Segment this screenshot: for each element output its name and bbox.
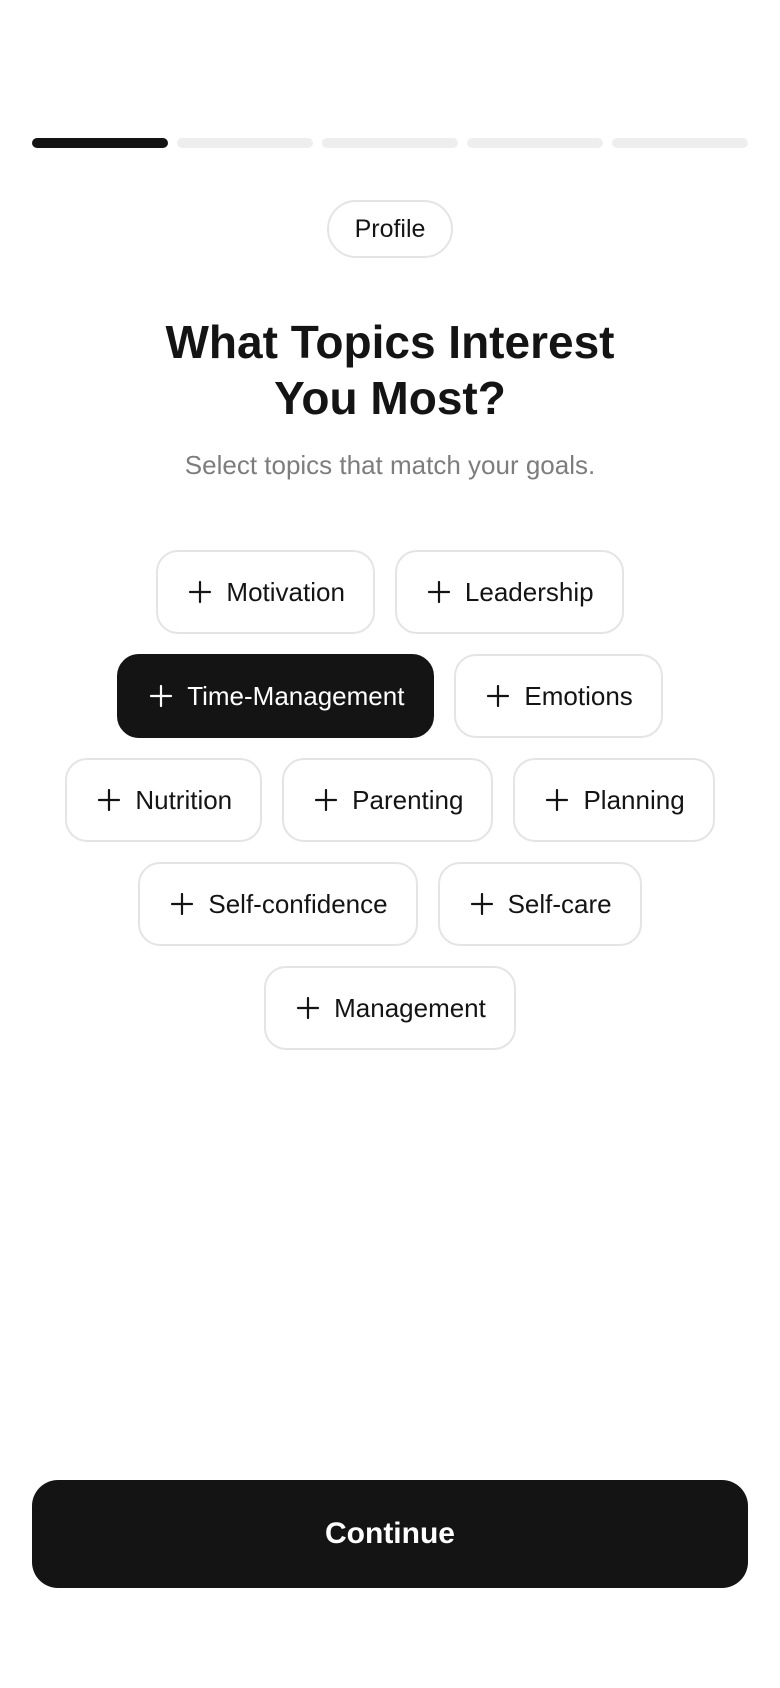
progress-segment-3 — [322, 138, 458, 148]
page-title-line-1: What Topics Interest — [165, 316, 615, 368]
chip-row-3: Nutrition Parenting Planning — [40, 758, 740, 842]
plus-icon — [296, 996, 320, 1020]
page-title: What Topics Interest You Most? — [0, 314, 780, 426]
topic-chip-parenting[interactable]: Parenting — [282, 758, 494, 842]
continue-button[interactable]: Continue — [32, 1480, 748, 1588]
progress-segment-4 — [467, 138, 603, 148]
topic-chip-emotions[interactable]: Emotions — [454, 654, 663, 738]
chip-row-5: Management — [40, 966, 740, 1050]
topic-chip-label: Time-Management — [187, 680, 405, 711]
topic-chip-list: Motivation Leadership Time-Management Em… — [40, 550, 740, 1070]
progress-segment-1 — [32, 138, 168, 148]
topic-chip-leadership[interactable]: Leadership — [394, 550, 624, 634]
topic-chip-label: Emotions — [524, 680, 633, 711]
topic-chip-time-management[interactable]: Time-Management — [117, 654, 435, 738]
topic-chip-nutrition[interactable]: Nutrition — [65, 758, 263, 842]
chip-row-1: Motivation Leadership — [40, 550, 740, 634]
topic-chip-label: Self-care — [507, 888, 612, 919]
chip-row-4: Self-confidence Self-care — [40, 862, 740, 946]
chip-row-2: Time-Management Emotions — [40, 654, 740, 738]
topic-chip-label: Nutrition — [135, 784, 233, 815]
topic-chip-label: Self-confidence — [208, 888, 388, 919]
plus-icon — [149, 684, 173, 708]
plus-icon — [470, 892, 494, 916]
step-badge: Profile — [326, 200, 454, 258]
plus-icon — [314, 788, 338, 812]
page-title-line-2: You Most? — [274, 372, 506, 424]
step-badge-container: Profile — [0, 200, 780, 258]
topic-chip-label: Parenting — [352, 784, 464, 815]
progress-segment-5 — [612, 138, 748, 148]
topic-chip-self-confidence[interactable]: Self-confidence — [138, 862, 418, 946]
page-subtitle: Select topics that match your goals. — [184, 450, 596, 480]
plus-icon — [170, 892, 194, 916]
topic-chip-label: Management — [334, 992, 486, 1023]
progress-segment-2 — [177, 138, 313, 148]
plus-icon — [545, 788, 569, 812]
topic-chip-label: Planning — [583, 784, 685, 815]
topic-chip-self-care[interactable]: Self-care — [437, 862, 642, 946]
plus-icon — [486, 684, 510, 708]
topic-chip-label: Leadership — [464, 576, 594, 607]
topic-chip-planning[interactable]: Planning — [513, 758, 715, 842]
plus-icon — [188, 580, 212, 604]
plus-icon — [97, 788, 121, 812]
topic-chip-motivation[interactable]: Motivation — [156, 550, 375, 634]
plus-icon — [427, 580, 451, 604]
topic-chip-label: Motivation — [226, 576, 345, 607]
progress-bar — [32, 138, 748, 148]
topic-chip-management[interactable]: Management — [264, 966, 516, 1050]
